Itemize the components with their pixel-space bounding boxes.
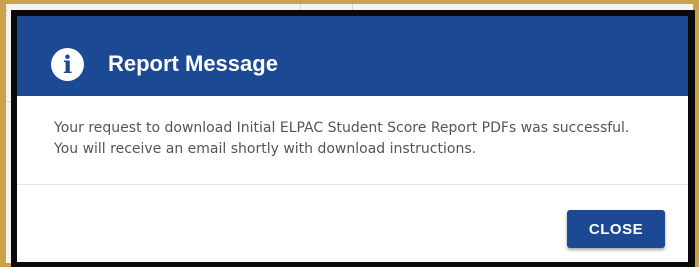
dialog-message: Your request to download Initial ELPAC S… [54, 120, 630, 157]
dialog-title: Report Message [108, 51, 278, 76]
background-border-left [0, 0, 6, 267]
dialog-header: i Report Message [17, 16, 688, 96]
dialog-body: Your request to download Initial ELPAC S… [17, 96, 688, 185]
info-icon: i [51, 48, 84, 81]
close-button[interactable]: CLOSE [567, 210, 665, 248]
background-border-top [0, 0, 699, 4]
dialog-footer: CLOSE [17, 185, 688, 262]
report-message-dialog: i Report Message Your request to downloa… [17, 16, 688, 262]
